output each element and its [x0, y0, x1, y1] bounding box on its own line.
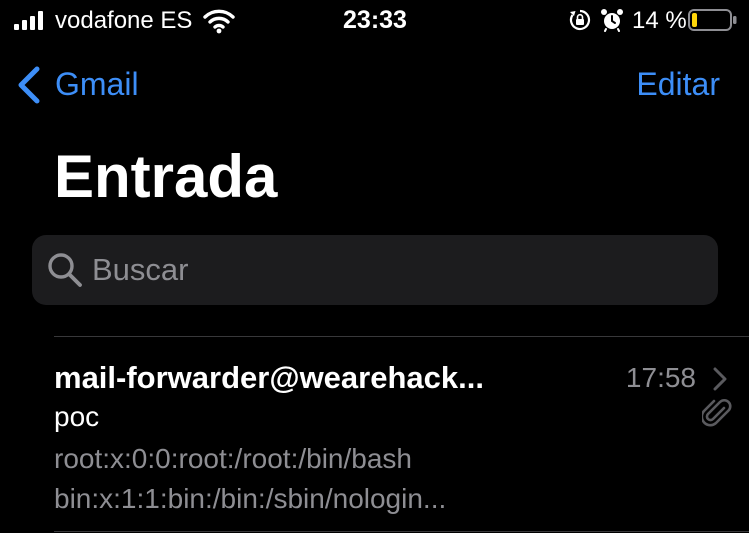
paperclip-icon [702, 399, 732, 427]
preview-line: root:x:0:0:root:/root:/bin/bash [54, 443, 412, 474]
wifi-icon [203, 9, 235, 34]
search-icon [48, 253, 82, 287]
back-button[interactable]: Gmail [55, 66, 139, 102]
message-sender: mail-forwarder@wearehack... [54, 360, 484, 395]
edit-button[interactable]: Editar [620, 66, 720, 102]
orientation-lock-icon [569, 9, 591, 31]
battery-icon [688, 9, 737, 31]
divider [54, 531, 749, 532]
status-bar: vodafone ES 23:33 14 % [0, 0, 749, 42]
status-time: 23:33 [343, 6, 407, 34]
message-time: 17:58 [625, 362, 696, 393]
battery-percentage: 14 % [632, 7, 687, 34]
back-chevron-icon[interactable] [16, 66, 42, 104]
alarm-icon [601, 9, 623, 32]
search-input[interactable] [92, 249, 692, 291]
message-preview: root:x:0:0:root:/root:/bin/bash bin:x:1:… [54, 439, 674, 519]
carrier-name: vodafone ES [55, 7, 193, 34]
message-row[interactable]: mail-forwarder@wearehack... 17:58 poc ro… [0, 337, 749, 530]
page-title: Entrada [54, 143, 278, 210]
chevron-right-icon [713, 367, 727, 391]
message-subject: poc [54, 401, 100, 432]
search-field[interactable] [32, 235, 718, 305]
preview-line: bin:x:1:1:bin:/bin:/sbin/nologin... [54, 483, 447, 514]
signal-icon [14, 10, 46, 30]
